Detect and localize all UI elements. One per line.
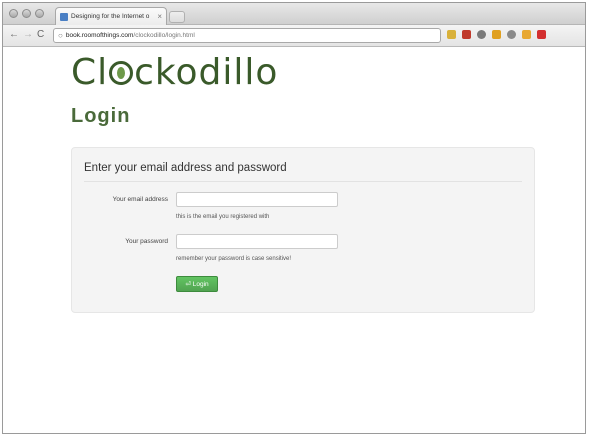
page-content: Cl ckodillo Login Enter your email addres… bbox=[3, 47, 585, 433]
close-window-button[interactable] bbox=[9, 9, 18, 18]
page-icon: ○ bbox=[58, 31, 63, 40]
url-text: book.roomofthings.com/clockodillo/login.… bbox=[66, 32, 195, 39]
extension-icon[interactable] bbox=[522, 30, 531, 39]
clock-logo-icon bbox=[109, 61, 134, 85]
form-heading: Enter your email address and password bbox=[84, 162, 287, 174]
url-path: /clockodillo/login.html bbox=[133, 32, 195, 39]
extension-icons bbox=[447, 30, 546, 39]
browser-tab[interactable]: Designing for the Internet o × bbox=[55, 7, 167, 25]
new-tab-button[interactable] bbox=[169, 11, 185, 23]
login-button-label: Login bbox=[192, 280, 209, 288]
login-button[interactable]: ⏎ Login bbox=[176, 276, 218, 292]
forward-button[interactable]: → bbox=[23, 29, 33, 41]
extension-icon[interactable] bbox=[507, 30, 516, 39]
password-field[interactable] bbox=[176, 234, 338, 249]
browser-window: Designing for the Internet o × ← → C ○ b… bbox=[2, 2, 586, 434]
extension-icon[interactable] bbox=[447, 30, 456, 39]
logo-text-prefix: Cl bbox=[71, 52, 109, 93]
form-divider bbox=[84, 181, 522, 182]
page-title: Login bbox=[71, 105, 131, 127]
address-bar[interactable]: ○ book.roomofthings.com/clockodillo/logi… bbox=[53, 28, 441, 43]
browser-toolbar: ← → C ○ book.roomofthings.com/clockodill… bbox=[3, 25, 585, 47]
password-label: Your password bbox=[125, 238, 168, 245]
title-bar: Designing for the Internet o × bbox=[3, 3, 585, 25]
reload-button[interactable]: C bbox=[37, 29, 44, 41]
tab-close-icon[interactable]: × bbox=[157, 12, 162, 21]
zoom-window-button[interactable] bbox=[35, 9, 44, 18]
email-label: Your email address bbox=[112, 196, 168, 203]
login-icon: ⏎ bbox=[185, 281, 191, 288]
extension-icon[interactable] bbox=[492, 30, 501, 39]
minimize-window-button[interactable] bbox=[22, 9, 31, 18]
login-form: Enter your email address and password Yo… bbox=[71, 147, 535, 313]
url-host: book.roomofthings.com bbox=[65, 32, 134, 39]
favicon-icon bbox=[60, 12, 68, 21]
password-help-text: remember your password is case sensitive… bbox=[176, 256, 292, 262]
email-field[interactable] bbox=[176, 192, 338, 207]
extension-icon[interactable] bbox=[477, 30, 486, 39]
back-button[interactable]: ← bbox=[9, 29, 19, 41]
email-help-text: this is the email you registered with bbox=[176, 214, 270, 220]
tab-title: Designing for the Internet o bbox=[71, 13, 150, 20]
extension-icon[interactable] bbox=[462, 30, 471, 39]
extension-icon[interactable] bbox=[537, 30, 546, 39]
window-controls bbox=[9, 9, 44, 18]
site-logo[interactable]: Cl ckodillo bbox=[71, 51, 278, 95]
logo-text-suffix: ckodillo bbox=[134, 52, 279, 93]
